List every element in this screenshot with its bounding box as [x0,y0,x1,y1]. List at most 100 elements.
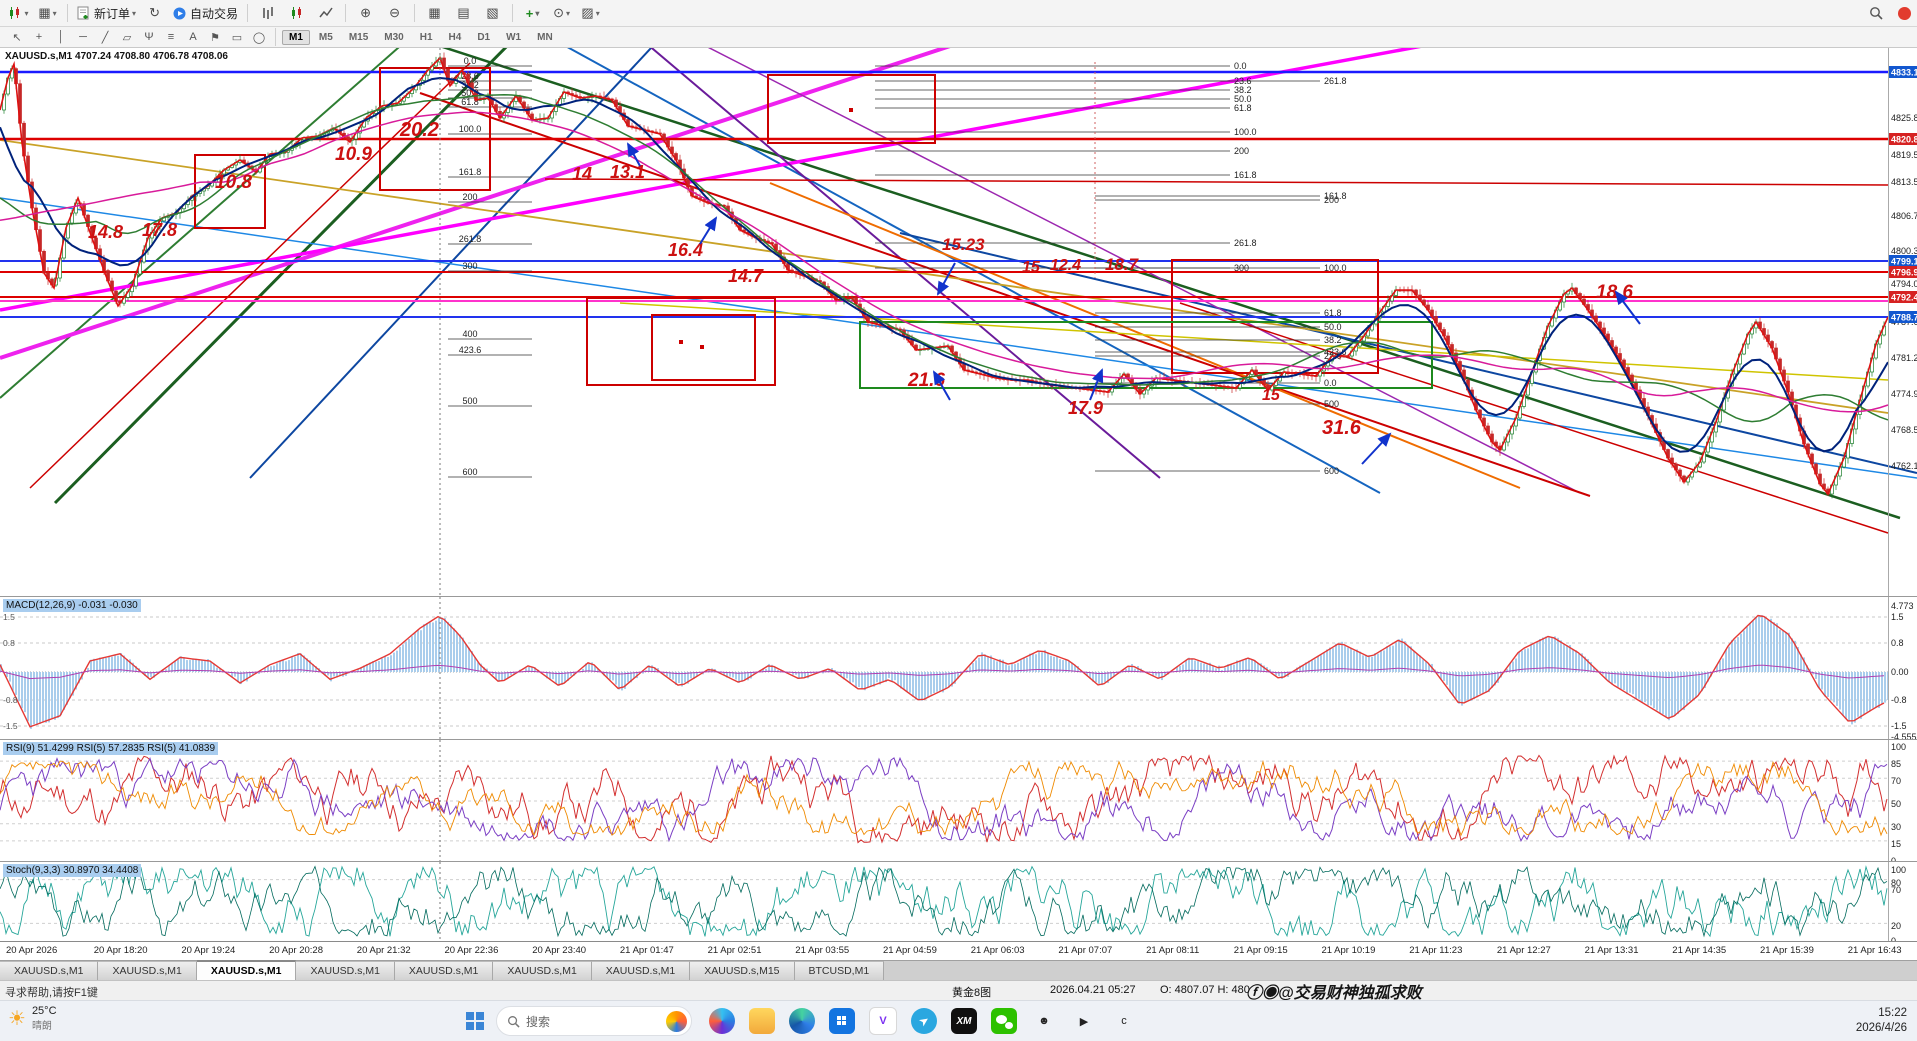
price-annotation[interactable]: 16.4 [668,240,703,260]
time-axis-label: 20 Apr 21:32 [357,945,411,956]
channel-tool[interactable]: ▱ [117,29,137,46]
stoch-scale-label: 70 [1891,885,1901,895]
price-annotation[interactable]: 20.2 [399,119,439,141]
indicators-button[interactable]: +▾ [519,3,546,24]
marker-dot[interactable] [679,340,683,344]
macd-histogram-bar [1776,623,1778,672]
profiles-button[interactable]: ▦▾ [34,3,61,24]
horizontal-line-tool[interactable]: ─ [73,29,93,46]
cascade-windows-button[interactable]: ▧ [479,3,506,24]
zoom-out-button[interactable]: ⊖ [381,3,408,24]
price-annotation[interactable]: 10.8 [215,172,252,193]
candles-chart-button[interactable] [283,3,310,24]
new-order-button[interactable]: 新订单▾ [74,3,139,24]
price-annotation[interactable]: 15.23 [942,235,985,254]
taskbar-clock[interactable]: 15:22 2026/4/26 [1856,1006,1907,1036]
time-axis-label: 21 Apr 02:51 [708,945,762,956]
edge-icon[interactable] [789,1008,815,1034]
ellipse-tool[interactable]: ◯ [249,29,269,46]
text-tool[interactable]: A [183,29,203,46]
media-player-icon[interactable]: ▶ [1071,1008,1097,1034]
browser-ball-icon[interactable] [666,1011,687,1032]
chart-tab-xauusd-s-m1[interactable]: XAUUSD.s,M1 [98,961,196,980]
chart-tab-btcusd-m1[interactable]: BTCUSD,M1 [795,961,885,980]
chart-tab-xauusd-s-m1[interactable]: XAUUSD.s,M1 [493,961,591,980]
taskbar-search-input[interactable]: 搜索 [496,1006,692,1036]
fibonacci-tool[interactable]: ≡ [161,29,181,46]
crosshair-tool[interactable]: + [29,29,49,46]
telegram-icon[interactable]: ➤ [911,1008,937,1034]
rsi-indicator-chart[interactable]: 10085705030150 [0,740,1917,862]
stochastic-indicator-chart[interactable]: 1008070200 [0,862,1917,941]
price-annotation[interactable]: 10.9 [335,144,372,165]
timeframe-d1-button[interactable]: D1 [470,30,497,45]
timeframe-m15-button[interactable]: M15 [342,30,375,45]
fibonacci-level-label: 100.0 [1324,263,1347,273]
ms-store-icon[interactable] [829,1008,855,1034]
timeframe-m1-button[interactable]: M1 [282,30,310,45]
rectangle-tool[interactable]: ▭ [227,29,247,46]
zoom-in-button[interactable]: ⊕ [352,3,379,24]
timeframe-m30-button[interactable]: M30 [377,30,410,45]
notification-badge[interactable] [1898,7,1911,20]
chart-tab-xauusd-s-m1[interactable]: XAUUSD.s,M1 [395,961,493,980]
timeframe-h4-button[interactable]: H4 [442,30,469,45]
tile-horizontal-button[interactable]: ▤ [450,3,477,24]
timeframe-m5-button[interactable]: M5 [312,30,340,45]
chart-tab-xauusd-s-m1[interactable]: XAUUSD.s,M1 [197,960,297,980]
marker-dot[interactable] [700,345,704,349]
start-button[interactable] [466,1012,484,1030]
time-axis-label: 21 Apr 08:11 [1146,945,1199,956]
price-annotation[interactable]: 14.7 [728,266,764,286]
macd-histogram-bar [1695,672,1697,698]
chart-tab-xauusd-s-m15[interactable]: XAUUSD.s,M15 [690,961,794,980]
price-annotation[interactable]: 15 [1022,259,1041,276]
arrows-tool[interactable]: ⚑ [205,29,225,46]
rsi-scale-label: 70 [1891,776,1901,786]
cursor-tool[interactable]: ↖ [7,29,27,46]
trendline-tool[interactable]: ╱ [95,29,115,46]
file-explorer-icon[interactable] [749,1008,775,1034]
weather-widget[interactable]: ☀ 25°C 晴朗 [8,1005,57,1032]
vertical-line-tool[interactable]: │ [51,29,71,46]
emoji-app-icon[interactable]: ☻ [1031,1008,1057,1034]
tile-windows-button[interactable]: ▦ [421,3,448,24]
browser-icon[interactable] [709,1008,735,1034]
timeframe-h1-button[interactable]: H1 [413,30,440,45]
price-annotation[interactable]: 14 [572,164,592,184]
v-app-icon[interactable]: V [869,1007,897,1035]
xm-icon[interactable]: XM [951,1008,977,1034]
macd-histogram-bar [180,656,182,672]
new-chart-button[interactable]: ▾ [5,3,32,24]
price-annotation[interactable]: 17.8 [142,220,177,240]
price-annotation[interactable]: 12.4 [1050,257,1081,274]
timeframe-mn-button[interactable]: MN [530,30,560,45]
periods-button[interactable]: ⊙▾ [548,3,575,24]
macd-histogram-bar [447,622,449,672]
bars-chart-button[interactable] [254,3,281,24]
wechat-icon[interactable] [991,1008,1017,1034]
search-icon[interactable] [1862,3,1889,24]
price-annotation[interactable]: 15 [1262,387,1281,404]
macd-indicator-chart[interactable]: 4.7731.50.80.00-0.8-1.5-4.5551.50.8-0.8-… [0,597,1917,740]
chart-tab-xauusd-s-m1[interactable]: XAUUSD.s,M1 [296,961,394,980]
price-annotation[interactable]: 31.6 [1322,417,1362,439]
marker-dot[interactable] [849,108,853,112]
price-annotation[interactable]: 17.9 [1068,398,1103,418]
status-profile-name[interactable]: 黄金8图 [952,984,991,1000]
refresh-button[interactable]: ↻ [141,3,168,24]
c-app-icon[interactable]: c [1111,1008,1137,1034]
chart-tab-xauusd-s-m1[interactable]: XAUUSD.s,M1 [592,961,690,980]
price-annotation[interactable]: 18.7 [1105,255,1140,274]
price-annotation[interactable]: 14.8 [88,222,123,242]
pitchfork-tool[interactable]: Ψ [139,29,159,46]
chart-tab-xauusd-s-m1[interactable]: XAUUSD.s,M1 [0,961,98,980]
auto-trading-button[interactable]: 自动交易 [170,3,241,24]
line-chart-button[interactable] [312,3,339,24]
templates-button[interactable]: ▨▾ [577,3,604,24]
main-price-chart[interactable]: 0.023.638.250.061.8100.0161.8200261.8300… [0,48,1917,597]
timeframe-w1-button[interactable]: W1 [499,30,528,45]
price-annotation[interactable]: 18.6 [1596,282,1633,303]
time-axis-label: 21 Apr 14:35 [1672,945,1726,956]
macd-histogram-bar [1875,672,1877,707]
